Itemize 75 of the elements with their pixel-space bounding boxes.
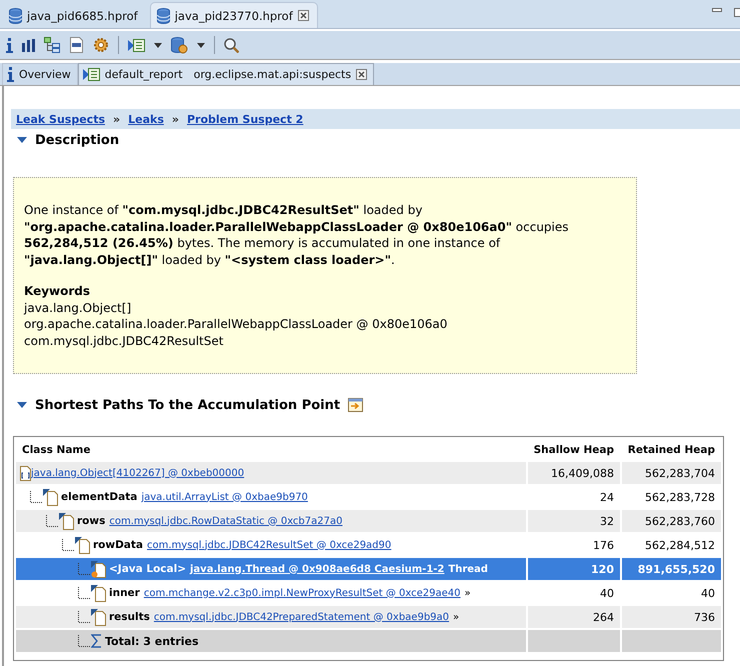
description-text: One instance of "com.mysql.jdbc.JDBC42ResultSet" loaded by "org.apache.catalina.loader.ParallelWebappClassLoader @ 0x80e106a0" occupies 562,284,512 (26.45%) bytes. The memory is accumulated in one instance of "java.lang.Object[]" loaded by "<system class loader>".: [24, 202, 570, 268]
database-gear-icon[interactable]: [171, 36, 188, 54]
gear-icon[interactable]: [93, 37, 109, 53]
view-tab[interactable]: Overview: [2, 63, 78, 85]
table-row[interactable]: rows com.mysql.jdbc.RowDataStatic @ 0xcb7a27a0: [16, 510, 526, 532]
breadcrumb-separator: »: [113, 112, 120, 126]
total-row[interactable]: Total: 3 entries: [16, 630, 526, 652]
report-icon[interactable]: [128, 38, 145, 52]
bar-chart-icon[interactable]: [22, 38, 35, 52]
close-icon[interactable]: [298, 10, 309, 21]
info-icon[interactable]: [7, 67, 14, 82]
minimize-icon[interactable]: [712, 8, 722, 13]
sum-icon: [91, 634, 102, 648]
section-heading: Shortest Paths To the Accumulation Point: [35, 398, 340, 412]
table-cell: 32: [528, 510, 620, 532]
object-icon: [91, 584, 107, 602]
keyword: java.lang.Object[]: [24, 300, 132, 316]
object-link[interactable]: com.mchange.v2.c3p0.impl.NewProxyResultSet @ 0xce29ae40: [144, 588, 461, 598]
table-cell: 120: [528, 558, 620, 580]
tree-line: [30, 491, 42, 503]
collapse-toggle-icon[interactable]: [17, 401, 27, 409]
column-header[interactable]: Class Name: [16, 440, 526, 460]
tree-line: [46, 515, 58, 527]
table-cell: 562,283,760: [622, 510, 721, 532]
oql-icon[interactable]: [69, 37, 84, 53]
collapse-toggle-icon[interactable]: [17, 136, 27, 144]
keyword: com.mysql.jdbc.JDBC42ResultSet: [24, 332, 224, 349]
table-cell: 891,655,520: [622, 558, 721, 580]
object-icon: [43, 488, 59, 506]
table-row[interactable]: results com.mysql.jdbc.JDBC42PreparedStatement @ 0xbae9b9a0 »: [16, 606, 526, 628]
maximize-icon[interactable]: [734, 8, 740, 18]
tree-line: [78, 587, 90, 599]
tree-line: [62, 539, 74, 551]
object-icon: [75, 536, 91, 554]
object-link[interactable]: java.lang.Thread @ 0x908ae6d8 Caesium-1-2: [190, 564, 444, 574]
table-cell: 736: [622, 606, 721, 628]
table-row[interactable]: java.lang.Object[4102267] @ 0xbeb00000: [16, 462, 526, 484]
object-icon: [91, 608, 107, 626]
column-header[interactable]: Shallow Heap: [528, 440, 620, 460]
breadcrumb-separator: »: [172, 112, 179, 126]
database-icon: [9, 8, 22, 24]
export-icon[interactable]: [348, 398, 364, 412]
object-link[interactable]: com.mysql.jdbc.RowDataStatic @ 0xcb7a27a0: [109, 516, 342, 526]
object-link[interactable]: com.mysql.jdbc.JDBC42PreparedStatement @ 0xbae9b9a0: [154, 612, 450, 622]
object-link[interactable]: java.util.ArrayList @ 0xbae9b970: [141, 492, 308, 502]
keyword: org.apache.catalina.loader.ParallelWebappClassLoader @ 0x80e106a0: [24, 316, 448, 332]
view-tab[interactable]: default_report org.eclipse.mat.api:suspects: [78, 63, 374, 85]
breadcrumb-link[interactable]: Leaks: [128, 112, 164, 126]
info-icon[interactable]: [6, 38, 13, 52]
caret-icon[interactable]: [197, 42, 205, 48]
close-icon[interactable]: [356, 69, 368, 80]
local-object-icon: [91, 560, 107, 578]
tree-icon[interactable]: [44, 37, 60, 53]
section-heading: Description: [35, 132, 120, 148]
object-link[interactable]: java.lang.Object[4102267] @ 0xbeb00000: [31, 468, 244, 478]
object-link[interactable]: com.mysql.jdbc.JDBC42ResultSet @ 0xce29ad90: [147, 540, 392, 550]
database-icon: [156, 8, 170, 24]
table-row[interactable]: <Java Local> java.lang.Thread @ 0x908ae6d8 Caesium-1-2 Thread: [16, 558, 526, 580]
report-icon[interactable]: [82, 67, 100, 82]
table-cell: 264: [528, 606, 620, 628]
editor-tab[interactable]: java_pid6685.hprof: [2, 2, 147, 28]
array-icon: [20, 466, 31, 480]
object-icon: [59, 512, 75, 530]
table-cell: 16,409,088: [528, 462, 620, 484]
tree-line: [78, 635, 90, 647]
breadcrumb-link[interactable]: Leak Suspects: [16, 112, 105, 126]
editor-tab[interactable]: java_pid23770.hprof: [150, 2, 318, 28]
tree-line: [78, 563, 90, 575]
keywords-heading: Keywords: [24, 283, 92, 300]
tree-line: [78, 611, 90, 623]
breadcrumb-link[interactable]: Problem Suspect 2: [186, 112, 304, 126]
search-icon[interactable]: [224, 38, 239, 52]
table-cell: 562,283,704: [622, 462, 721, 484]
caret-icon[interactable]: [154, 42, 162, 48]
column-header[interactable]: Retained Heap: [622, 440, 721, 460]
